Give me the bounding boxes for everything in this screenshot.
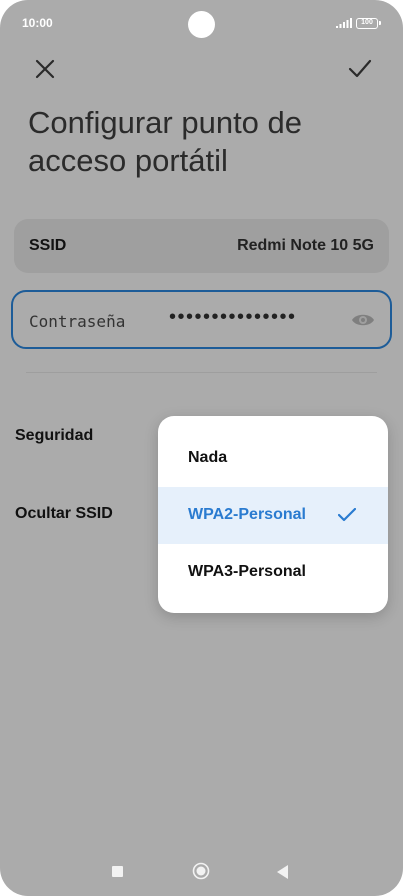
- selected-check-icon: [338, 508, 356, 522]
- status-time: 10:00: [22, 16, 53, 30]
- password-label: Contraseña: [29, 312, 126, 331]
- menu-item-label: WPA3-Personal: [188, 563, 306, 580]
- page-title: Configurar punto de acceso portátil: [28, 105, 303, 178]
- security-dropdown-menu: Nada WPA2-Personal WPA3-Personal: [158, 416, 388, 613]
- back-button[interactable]: [277, 865, 289, 879]
- battery-icon: 100: [356, 18, 381, 29]
- screen: 10:00 100 Configurar punto de acceso por…: [0, 0, 403, 896]
- recents-button[interactable]: [112, 866, 123, 877]
- close-icon[interactable]: [30, 54, 60, 84]
- signal-icon: [336, 18, 352, 28]
- ssid-field[interactable]: SSID Redmi Note 10 5G: [14, 219, 389, 273]
- menu-item-wpa2-personal[interactable]: WPA2-Personal: [158, 487, 388, 544]
- ssid-value: Redmi Note 10 5G: [237, 237, 374, 254]
- menu-item-label: WPA2-Personal: [188, 506, 306, 523]
- security-row-label[interactable]: Seguridad: [15, 427, 93, 445]
- status-bar: 10:00 100: [0, 0, 403, 48]
- password-field[interactable]: Contraseña •••••••••••••••: [11, 290, 392, 349]
- hide-ssid-row-label[interactable]: Ocultar SSID: [15, 505, 113, 523]
- home-button[interactable]: [192, 862, 210, 880]
- menu-item-wpa3-personal[interactable]: WPA3-Personal: [158, 544, 388, 601]
- password-masked-value: •••••••••••••••: [169, 306, 297, 328]
- ssid-label: SSID: [29, 237, 67, 254]
- front-camera-cutout: [188, 11, 215, 38]
- eye-icon[interactable]: [351, 310, 375, 330]
- confirm-check-icon[interactable]: [345, 54, 375, 84]
- menu-item-nada[interactable]: Nada: [158, 430, 388, 487]
- divider: [26, 372, 377, 373]
- menu-item-label: Nada: [188, 449, 228, 466]
